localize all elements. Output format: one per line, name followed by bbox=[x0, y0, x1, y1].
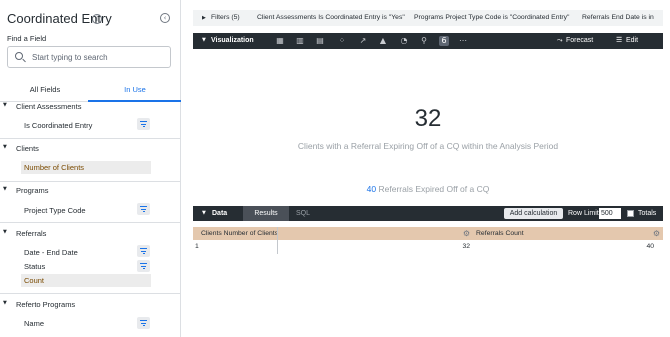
group-clients[interactable]: ▼ Clients bbox=[0, 144, 181, 156]
explore-page: Coordinated Entry i ‹ Find a Field All F… bbox=[0, 0, 670, 337]
bar-chart-icon[interactable]: ▥ bbox=[295, 36, 305, 46]
more-icon[interactable]: ⋯ bbox=[458, 36, 468, 46]
group-label: Client Assessments bbox=[16, 102, 82, 111]
cell-referrals-count: 40 bbox=[646, 243, 654, 250]
group-referrals[interactable]: ▼ Referrals bbox=[0, 229, 181, 241]
caret-down-icon: ▼ bbox=[3, 144, 7, 150]
find-field-label: Find a Field bbox=[7, 34, 47, 43]
filter-summary: Client Assessments Is Coordinated Entry … bbox=[257, 14, 405, 21]
tab-label: All Fields bbox=[29, 85, 61, 94]
caret-down-icon: ▼ bbox=[3, 186, 7, 192]
gear-icon[interactable]: ⚙ bbox=[652, 229, 661, 238]
line-chart-icon[interactable]: ↗ bbox=[358, 36, 368, 46]
divider bbox=[0, 222, 181, 223]
group-client-assessments[interactable]: ▼ Client Assessments bbox=[0, 102, 181, 114]
single-value-icon[interactable]: 6 bbox=[439, 36, 449, 46]
collapse-panel-icon[interactable]: ‹ bbox=[160, 13, 170, 23]
filter-icon[interactable] bbox=[137, 118, 150, 130]
add-calculation-button[interactable]: Add calculation bbox=[504, 208, 563, 219]
row-index: 1 bbox=[195, 243, 199, 250]
results-table-header: Clients Number of Clients ⚙ Referrals Co… bbox=[193, 227, 663, 240]
caret-down-icon: ▼ bbox=[3, 102, 7, 108]
caret-down-icon: ▼ bbox=[202, 210, 206, 216]
area-chart-icon[interactable]: ▲ bbox=[378, 36, 388, 46]
field-project-type-code[interactable]: Project Type Code bbox=[24, 206, 86, 215]
filters-label: Filters (5) bbox=[211, 14, 240, 21]
group-label: Referrals bbox=[16, 229, 47, 238]
row-limit-input[interactable] bbox=[599, 208, 621, 219]
comparison-text: Referrals Expired Off of a CQ bbox=[378, 184, 490, 194]
tab-all-fields[interactable]: All Fields bbox=[0, 84, 90, 101]
tab-results[interactable]: Results bbox=[243, 206, 289, 221]
map-pin-icon[interactable]: ⚲ bbox=[419, 36, 429, 46]
caret-down-icon: ▼ bbox=[3, 300, 7, 306]
caret-right-icon: ▶ bbox=[202, 15, 206, 21]
scatter-icon[interactable]: ⁘ bbox=[337, 36, 347, 46]
field-search-input[interactable] bbox=[32, 51, 166, 64]
filter-summary: Referrals End Date is in bbox=[582, 14, 654, 21]
column-header-referrals-count[interactable]: Referrals Count bbox=[476, 230, 524, 237]
visualization-label: Visualization bbox=[211, 37, 254, 44]
filter-icon[interactable] bbox=[137, 203, 150, 215]
filter-icon[interactable] bbox=[137, 317, 150, 329]
column-header-number-of-clients[interactable]: Clients Number of Clients bbox=[201, 230, 278, 237]
data-label: Data bbox=[212, 210, 228, 217]
info-icon[interactable]: i bbox=[92, 14, 102, 24]
field-picker-panel: Coordinated Entry i ‹ Find a Field All F… bbox=[0, 0, 181, 337]
single-value-number: 32 bbox=[414, 105, 442, 132]
group-referto-programs[interactable]: ▼ Referto Programs bbox=[0, 300, 181, 312]
forecast-button[interactable]: Forecast bbox=[566, 37, 593, 44]
cell-number-of-clients: 32 bbox=[462, 243, 470, 250]
forecast-icon: ⤳ bbox=[557, 36, 563, 44]
divider bbox=[0, 181, 181, 182]
field-number-of-clients[interactable]: Number of Clients bbox=[21, 161, 151, 174]
divider bbox=[0, 293, 181, 294]
comparison-value: 40 bbox=[366, 184, 377, 194]
field-search-box[interactable] bbox=[7, 46, 171, 68]
divider bbox=[0, 138, 181, 139]
data-bar[interactable]: ▼ Data Results SQL Add calculation Row L… bbox=[193, 206, 663, 221]
group-label: Referto Programs bbox=[16, 300, 76, 309]
field-is-coordinated-entry[interactable]: Is Coordinated Entry bbox=[24, 121, 92, 130]
field-date-end-date[interactable]: Date - End Date bbox=[24, 248, 78, 257]
tab-in-use[interactable]: In Use bbox=[90, 84, 180, 101]
search-icon bbox=[15, 52, 23, 60]
field-name[interactable]: Name bbox=[24, 319, 44, 328]
totals-label: Totals bbox=[638, 210, 657, 217]
filters-bar[interactable]: ▶ Filters (5) Client Assessments Is Coor… bbox=[193, 10, 663, 26]
field-label: Count bbox=[24, 276, 45, 285]
single-value-caption: Clients with a Referral Expiring Off of … bbox=[297, 141, 559, 151]
gear-icon[interactable]: ⚙ bbox=[462, 229, 471, 238]
filter-icon[interactable] bbox=[137, 245, 150, 257]
edit-button[interactable]: Edit bbox=[626, 37, 638, 44]
column-chart-icon[interactable]: ▤ bbox=[315, 36, 325, 46]
comparison-line: 40 Referrals Expired Off of a CQ bbox=[193, 184, 663, 194]
totals-checkbox[interactable] bbox=[627, 209, 634, 217]
table-icon[interactable]: ▦ bbox=[275, 36, 285, 46]
filter-icon[interactable] bbox=[137, 260, 150, 272]
tab-sql[interactable]: SQL bbox=[296, 210, 310, 217]
settings-sliders-icon: ☰ bbox=[616, 36, 623, 44]
caret-down-icon: ▼ bbox=[202, 37, 206, 43]
field-count[interactable]: Count bbox=[21, 274, 151, 287]
row-limit-label: Row Limit bbox=[568, 210, 599, 217]
visualization-bar[interactable]: ▼ Visualization ▦ ▥ ▤ ⁘ ↗ ▲ ◔ ⚲ 6 ⋯ ⤳ Fo… bbox=[193, 33, 663, 49]
caret-down-icon: ▼ bbox=[3, 229, 7, 235]
tab-label: In Use bbox=[124, 85, 146, 94]
column-divider bbox=[277, 227, 278, 254]
field-label: Number of Clients bbox=[24, 163, 85, 172]
group-programs[interactable]: ▼ Programs bbox=[0, 186, 181, 198]
group-label: Programs bbox=[16, 186, 49, 195]
field-status[interactable]: Status bbox=[24, 262, 45, 271]
group-label: Clients bbox=[16, 144, 39, 153]
pie-chart-icon[interactable]: ◔ bbox=[399, 36, 409, 46]
filter-summary: Programs Project Type Code is "Coordinat… bbox=[414, 14, 570, 21]
